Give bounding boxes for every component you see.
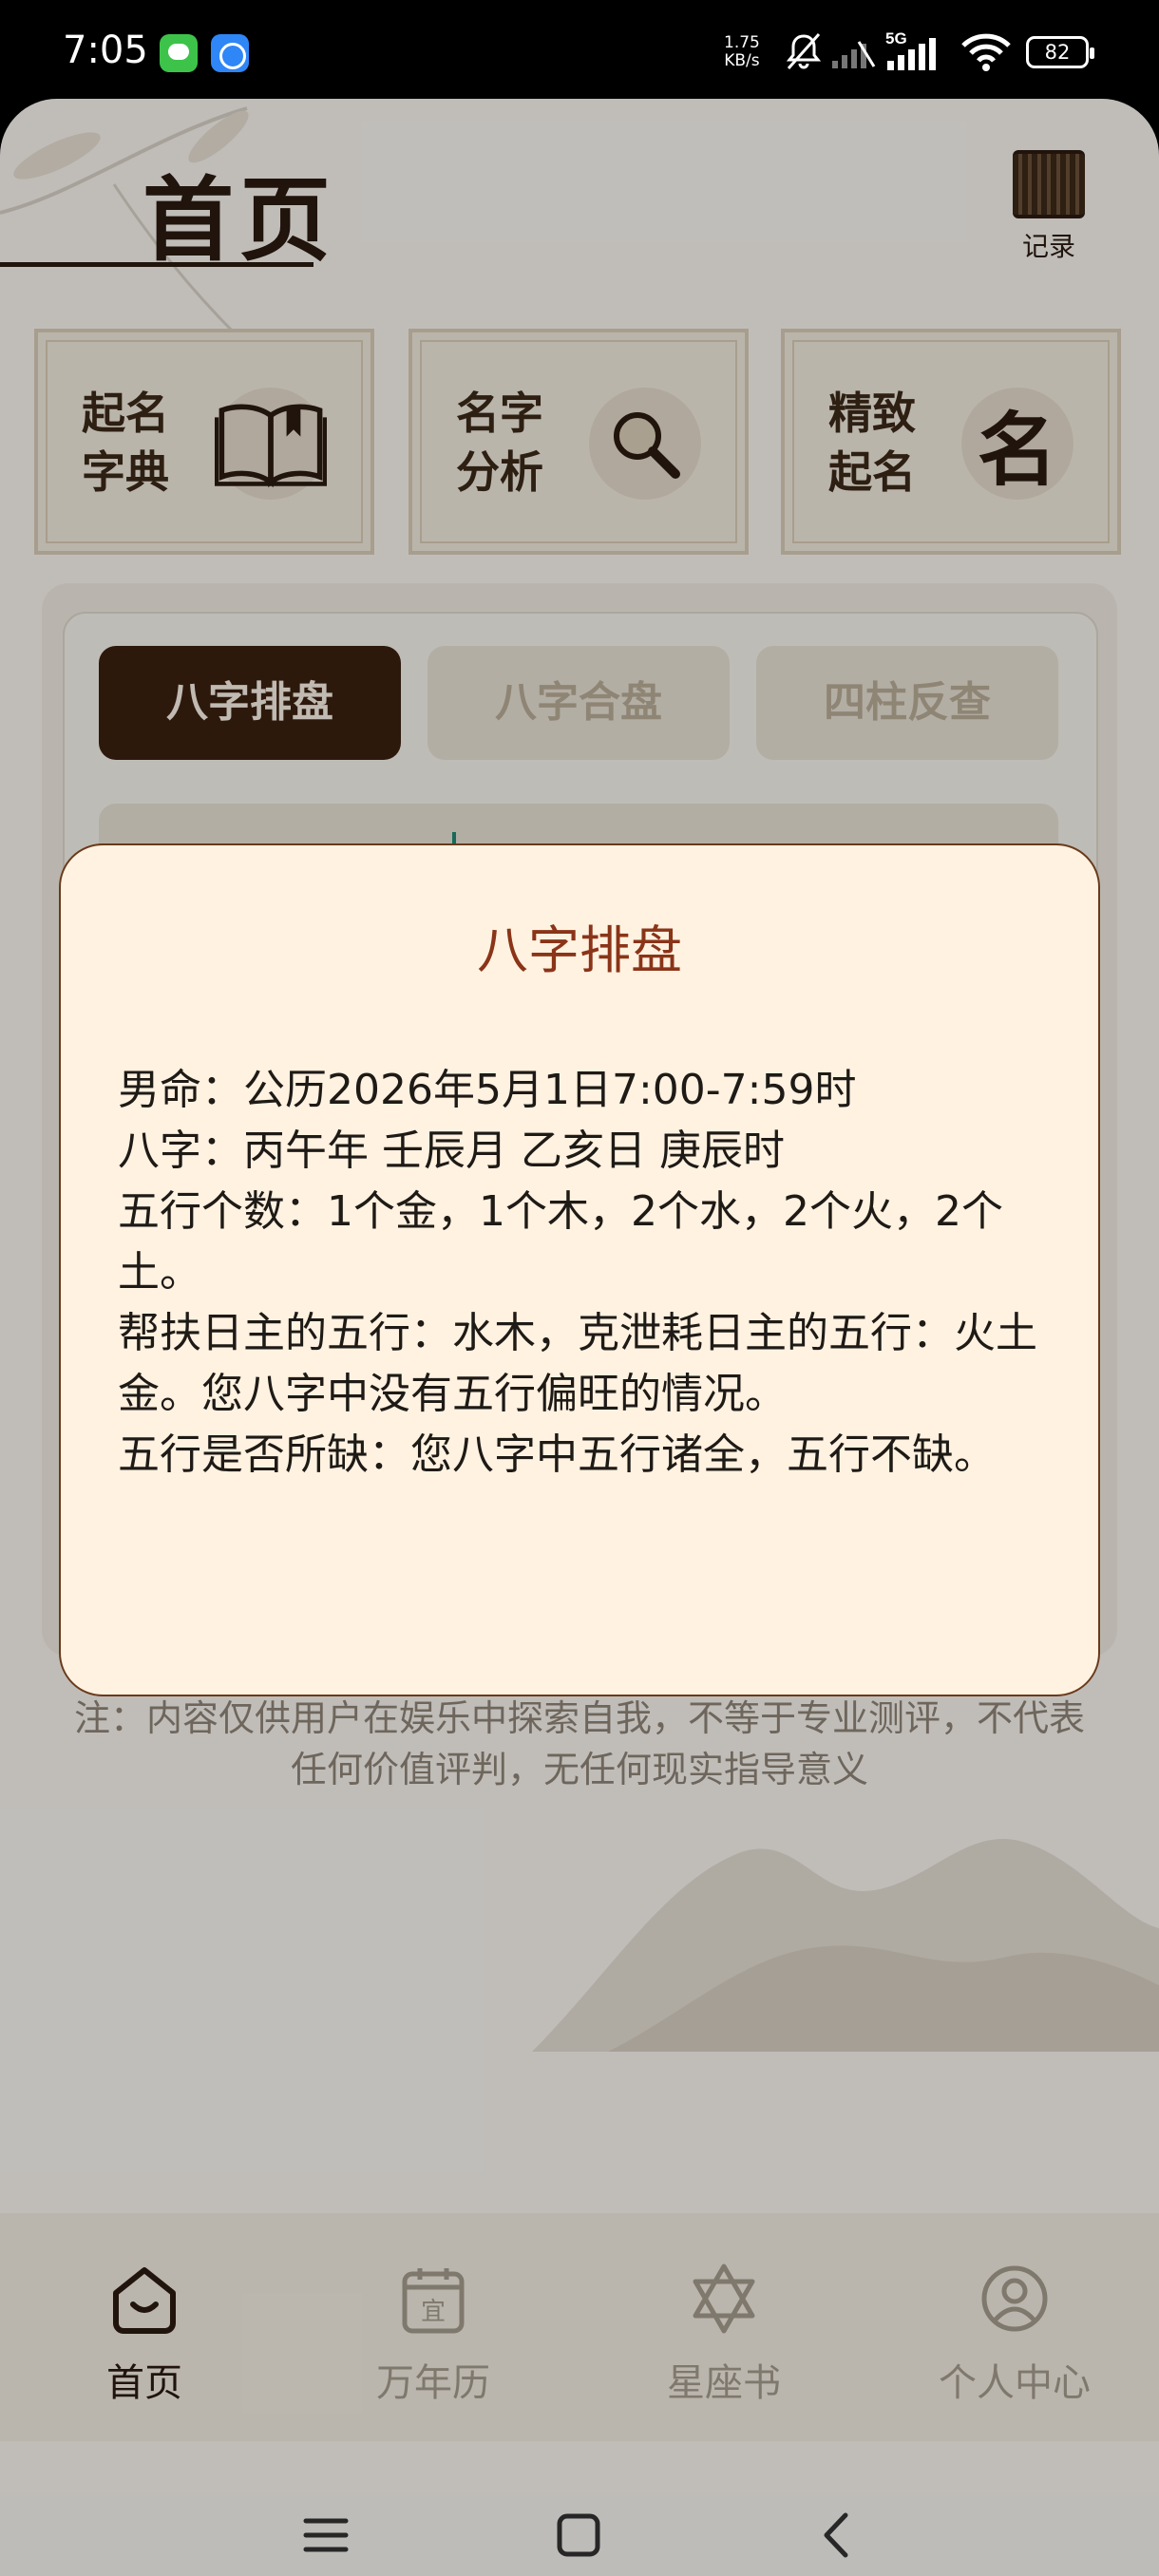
dialog-body: 男命：公历2026年5月1日7:00-7:59时 八字：丙午年 壬辰月 乙亥日 … xyxy=(118,1060,1068,1486)
browser-icon xyxy=(211,34,249,72)
network-type: 5G xyxy=(885,29,907,47)
battery-icon: 82 xyxy=(1026,36,1094,68)
signal-sim2-icon xyxy=(832,41,876,68)
wifi-icon xyxy=(961,33,1011,71)
dialog-line-element-missing: 五行是否所缺：您八字中五行诸全，五行不缺。 xyxy=(118,1430,996,1479)
network-speed: 1.75 KB/s xyxy=(724,34,760,70)
status-time: 7:05 xyxy=(63,28,148,72)
network-speed-value: 1.75 xyxy=(724,33,760,52)
dialog-line-element-balance: 帮扶日主的五行：水木，克泄耗日主的五行：火土金。您八字中没有五行偏旺的情况。 xyxy=(118,1309,1037,1418)
dialog-line-birth: 男命：公历2026年5月1日7:00-7:59时 xyxy=(118,1066,857,1114)
dialog-title: 八字排盘 xyxy=(477,920,682,980)
bazi-result-dialog: 八字排盘 男命：公历2026年5月1日7:00-7:59时 八字：丙午年 壬辰月… xyxy=(59,843,1100,1696)
dialog-line-element-count: 五行个数：1个金，1个木，2个水，2个火，2个土。 xyxy=(118,1187,1003,1297)
battery-level: 82 xyxy=(1044,41,1071,64)
modal-backdrop-nav xyxy=(0,2492,1159,2576)
signal-icon: 5G xyxy=(885,29,936,70)
status-bar: 7:05 1.75 KB/s 5G 82 xyxy=(0,0,1159,100)
network-speed-unit: KB/s xyxy=(724,51,760,70)
mute-icon xyxy=(786,33,822,69)
message-icon xyxy=(160,34,198,72)
dialog-line-bazi: 八字：丙午年 壬辰月 乙亥日 庚辰时 xyxy=(118,1127,785,1175)
